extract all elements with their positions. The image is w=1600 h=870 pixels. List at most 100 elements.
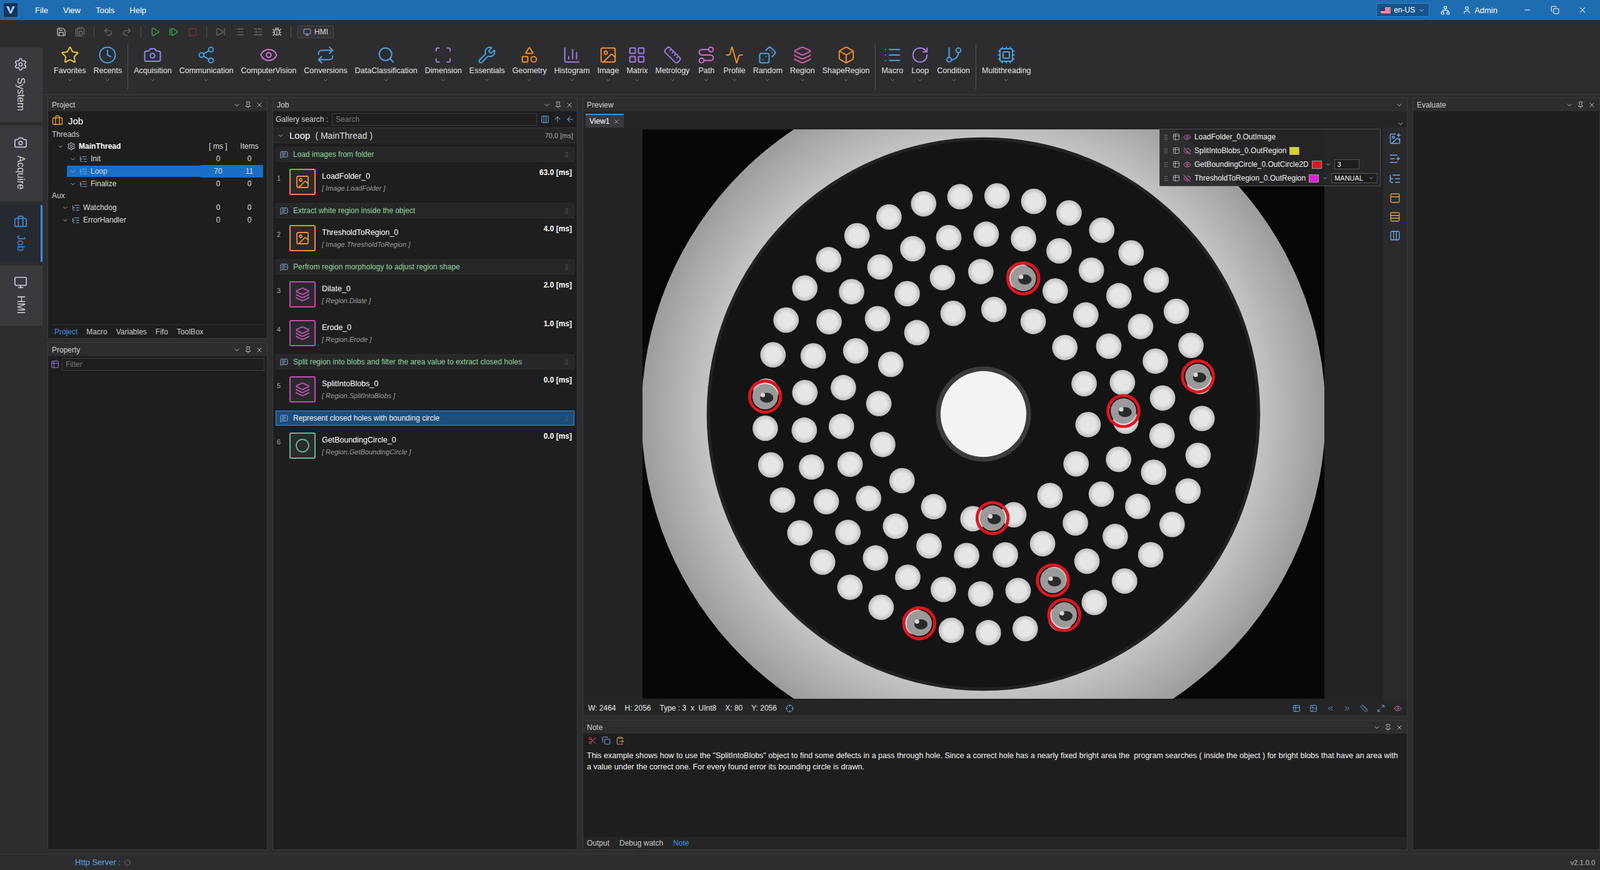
rows-icon[interactable] [1389,211,1401,223]
panel-tab[interactable]: Note [671,838,690,848]
network-icon[interactable] [1440,5,1450,15]
comment-row[interactable]: Load images from folder [275,146,575,162]
ruler-icon[interactable] [1360,704,1369,713]
view-tab[interactable]: View1 [585,113,624,128]
close-icon[interactable] [565,101,574,109]
ribbon-item[interactable]: Region [786,44,819,85]
ribbon-item[interactable]: Path [693,44,720,85]
columns-icon[interactable] [1389,230,1401,242]
overlay-legend-row[interactable]: SplitIntoBlobs_0.OutRegion [1162,143,1378,158]
watch-button[interactable] [250,24,266,40]
user-button[interactable]: Admin [1462,5,1498,15]
run-button[interactable] [147,24,163,40]
ribbon-item[interactable]: Geometry [508,44,551,85]
previous-icon[interactable] [1326,704,1335,713]
menu-item[interactable]: Tools [89,3,121,18]
table-icon[interactable] [1292,704,1301,713]
mode-select[interactable]: MANUAL [1331,173,1378,184]
search-input[interactable] [331,113,537,126]
ribbon-item[interactable]: Matrix [622,44,652,85]
drag-handle-icon[interactable] [1162,175,1170,182]
add-image-icon[interactable] [1388,132,1402,145]
overlay-legend-row[interactable]: GetBoundingCircle_0.OutCircle2D3 [1162,157,1378,172]
tree-row[interactable]: Watchdog00 [51,201,264,214]
overlay-legend-row[interactable]: LoadFolder_0.OutImage [1162,130,1378,144]
expand-icon[interactable] [61,204,69,212]
menu-item[interactable]: Help [123,3,153,18]
ribbon-item[interactable]: Profile [719,44,749,85]
close-icon[interactable] [255,346,264,354]
drag-handle-icon[interactable] [563,151,570,159]
close-button[interactable] [1570,1,1595,19]
add-list-icon[interactable] [1388,152,1402,165]
loop-header[interactable]: Loop( MainThread )70.0 [ms] [273,127,577,144]
pin-icon[interactable] [554,101,562,109]
copy-icon[interactable] [601,736,611,745]
ribbon-item[interactable]: Communication [175,44,238,85]
pin-icon[interactable] [244,101,252,109]
next-icon[interactable] [1343,704,1352,713]
comment-row[interactable]: Perfrom region morphology to adjust regi… [275,259,575,275]
dropdown-icon[interactable] [1565,101,1574,109]
property-grid-icon[interactable] [50,360,60,369]
fit-icon[interactable] [1376,704,1385,713]
tool-row[interactable]: 6GetBoundingCircle_0[ Region.GetBounding… [275,428,575,465]
drag-handle-icon[interactable] [1162,133,1170,141]
filter-input[interactable] [61,358,265,371]
panel-tab[interactable]: Variables [115,327,149,337]
tree-row[interactable]: Loop7011 [51,165,264,178]
tool-row[interactable]: 5SplitIntoBlobs_0[ Region.SplitIntoBlobs… [275,371,575,409]
ribbon-item[interactable]: ComputerVision [237,44,301,85]
tree-row[interactable]: Finalize00 [51,177,264,190]
collapse-icon[interactable] [276,131,285,140]
tool-row[interactable]: 4Erode_0[ Region.Erode ]1.0 [ms] [275,315,575,352]
color-swatch[interactable] [1289,146,1300,155]
expand-icon[interactable] [61,216,69,224]
side-tab[interactable]: Job [0,205,43,263]
color-swatch[interactable] [1308,174,1319,183]
redo-button[interactable] [119,24,135,40]
restore-button[interactable] [1542,1,1568,19]
tool-row[interactable]: 3Dilate_0[ Region.Dilate ]2.0 [ms] [275,276,575,314]
menu-item[interactable]: View [56,3,87,18]
close-icon[interactable] [1395,723,1404,732]
ribbon-item[interactable]: Metrology [651,44,694,85]
ribbon-item[interactable]: Dimension [421,44,466,85]
close-icon[interactable] [1588,101,1596,109]
ribbon-item[interactable]: Favorites [50,44,90,85]
color-dropdown-icon[interactable] [1325,161,1332,168]
save-button[interactable] [53,24,69,40]
undo-button[interactable] [100,24,116,40]
eye-icon[interactable] [1183,133,1192,142]
ribbon-item[interactable]: Condition [933,44,974,85]
note-text[interactable]: This example shows how to use the "Split… [583,747,1407,837]
panel-tab[interactable]: Project [53,327,79,337]
dropdown-icon[interactable] [233,346,241,354]
expand-icon[interactable] [56,143,64,150]
run-once-button[interactable] [166,24,182,40]
paste-icon[interactable] [615,736,625,745]
drag-handle-icon[interactable] [563,263,570,271]
ribbon-item[interactable]: Macro [877,44,907,85]
color-swatch[interactable] [1311,160,1322,169]
minimize-button[interactable] [1515,1,1540,19]
dropdown-icon[interactable] [1396,120,1405,128]
inspection-image[interactable] [642,129,1325,699]
drag-handle-icon[interactable] [563,358,570,366]
pin-icon[interactable] [1576,101,1585,109]
stop-button[interactable] [185,24,200,40]
arrow-left-icon[interactable] [565,115,575,124]
ribbon-item[interactable]: Image [593,44,624,85]
pin-icon[interactable] [244,346,252,354]
tool-row[interactable]: 2ThresholdToRegion_0[ Image.ThresholdToR… [275,220,575,257]
expand-icon[interactable] [69,180,77,188]
side-tab[interactable]: HMI [0,265,43,325]
tool-row[interactable]: 1LoadFolder_0[ Image.LoadFolder ]63.0 [m… [275,164,575,201]
dropdown-icon[interactable] [233,101,241,109]
debug-button[interactable] [269,24,285,40]
ribbon-item[interactable]: Conversions [300,44,351,85]
ribbon-item[interactable]: Multithreading [978,44,1035,85]
thickness-spin[interactable]: 3 [1334,159,1360,170]
color-dropdown-icon[interactable] [1321,175,1329,182]
close-tab-icon[interactable] [613,118,620,125]
